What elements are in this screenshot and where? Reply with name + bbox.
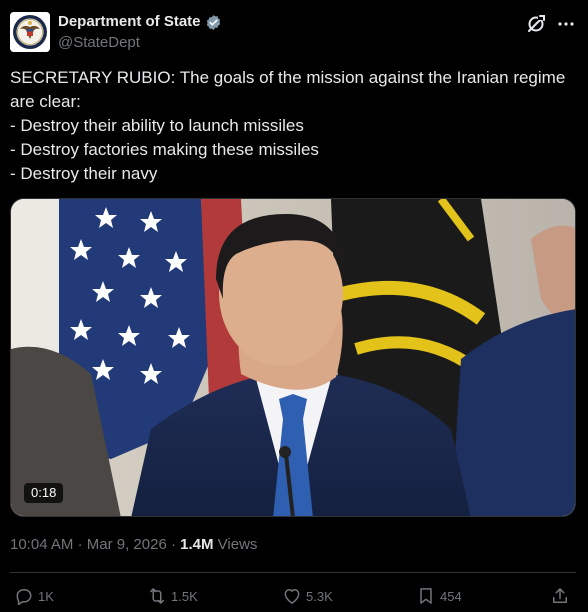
display-name[interactable]: Department of State [58, 13, 222, 31]
grok-icon[interactable] [526, 14, 546, 34]
views-count: 1.4M [180, 536, 214, 553]
tweet-header: Department of State @StateDept [10, 12, 578, 54]
like-count: 5.3K [306, 588, 333, 604]
action-bar: 1K 1.5K 5.3K 454 [10, 584, 578, 608]
video-duration: 0:18 [24, 483, 64, 503]
display-name-text: Department of State [58, 13, 201, 30]
more-icon[interactable] [554, 12, 578, 36]
tweet-line: - Destroy factories making these missile… [10, 140, 319, 159]
video-player[interactable]: 0:18 [10, 198, 576, 517]
tweet-text: SECRETARY RUBIO: The goals of the missio… [10, 66, 578, 186]
avatar[interactable] [10, 12, 50, 52]
reply-button[interactable]: 1K [14, 584, 54, 608]
repost-icon [150, 588, 164, 604]
bookmark-count: 454 [440, 588, 462, 604]
meta-separator: · [77, 536, 87, 553]
verified-badge-icon [206, 14, 220, 30]
reply-count: 1K [38, 588, 54, 604]
tweet-meta: 10:04 AM · Mar 9, 2026 · 1.4M Views [10, 535, 257, 555]
heart-icon [284, 589, 300, 604]
tweet-line: - Destroy their navy [10, 164, 158, 183]
share-icon [553, 588, 567, 603]
meta-separator: · [170, 536, 181, 553]
handle[interactable]: @StateDept [58, 33, 222, 53]
bookmark-icon [420, 588, 432, 604]
views-label: Views [217, 536, 258, 553]
like-button[interactable]: 5.3K [282, 584, 333, 608]
state-seal-icon [10, 12, 50, 52]
repost-button[interactable]: 1.5K [147, 584, 198, 608]
tweet-line: - Destroy their ability to launch missil… [10, 116, 304, 135]
share-button[interactable] [550, 584, 570, 608]
video-thumbnail [11, 199, 575, 516]
tweet-date[interactable]: Mar 9, 2026 [87, 536, 167, 553]
tweet-line: SECRETARY RUBIO: The goals of the missio… [10, 68, 571, 111]
divider [10, 572, 576, 573]
reply-icon [16, 589, 32, 606]
bookmark-button[interactable]: 454 [416, 584, 462, 608]
repost-count: 1.5K [171, 588, 198, 604]
tweet-time[interactable]: 10:04 AM [10, 536, 73, 553]
